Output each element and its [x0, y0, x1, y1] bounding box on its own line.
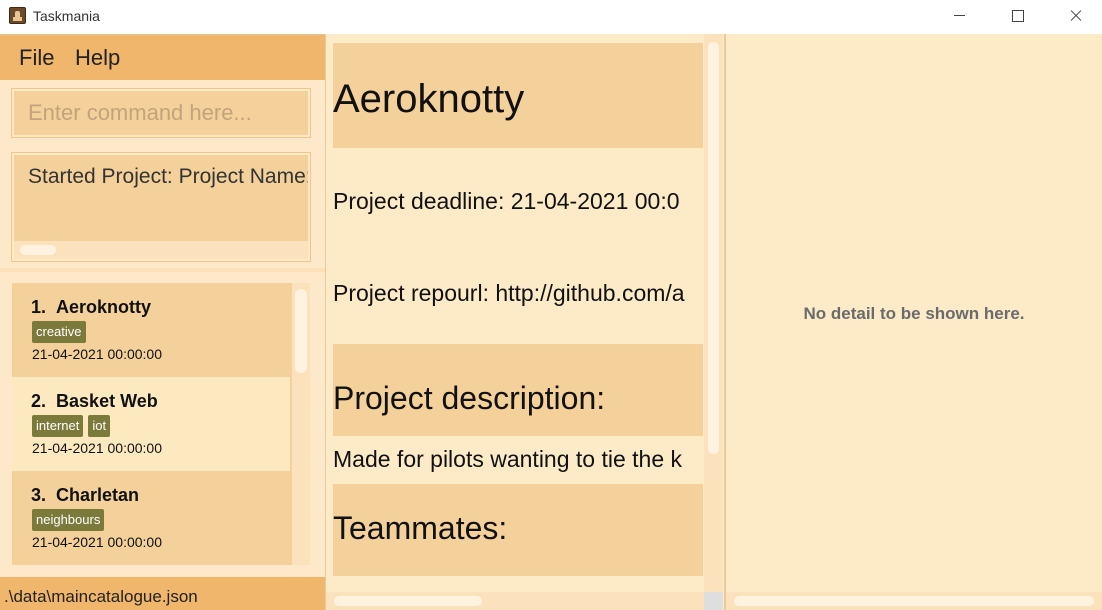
project-title: 2. Basket Web: [31, 391, 158, 411]
detail-repo-url: Project repourl: http://github.com/a: [333, 280, 685, 306]
result-display[interactable]: Started Project: Project Name:: [11, 152, 311, 262]
divider: [0, 268, 325, 272]
command-input[interactable]: [14, 91, 308, 135]
description-heading-block: Project description:: [333, 344, 703, 436]
teammates-heading: Teammates:: [333, 510, 508, 546]
detail-title-block: Aeroknotty: [333, 43, 703, 148]
scroll-thumb[interactable]: [295, 289, 307, 373]
description-heading: Project description:: [333, 380, 606, 416]
tag: internet: [32, 415, 84, 437]
side-horizontal-scrollbar[interactable]: [726, 592, 1102, 610]
project-title: 3. Charletan: [31, 485, 140, 505]
detail-title: Aeroknotty: [333, 77, 525, 121]
teammates-heading-block: Teammates:: [333, 484, 703, 576]
title-bar: Taskmania: [0, 0, 1102, 34]
side-detail-panel: No detail to be shown here.: [724, 34, 1102, 610]
project-deadline: 21-04-2021 00:00:00: [32, 534, 162, 550]
list-vertical-scrollbar[interactable]: [292, 283, 310, 565]
description-text: Made for pilots wanting to tie the k: [333, 446, 683, 472]
window-title: Taskmania: [33, 8, 100, 24]
tag: neighbours: [32, 509, 105, 531]
menu-bar: File Help: [0, 35, 325, 80]
scroll-thumb[interactable]: [734, 596, 1094, 606]
command-box: [11, 88, 311, 138]
scroll-thumb[interactable]: [708, 42, 719, 454]
app-icon: [9, 7, 26, 24]
tag-list: neighbours: [32, 509, 105, 531]
project-detail-panel: Aeroknotty Project deadline: 21-04-2021 …: [325, 34, 724, 610]
detail-vertical-scrollbar[interactable]: [704, 34, 723, 594]
tag-list: internet iot: [32, 415, 111, 437]
minimize-button[interactable]: [930, 0, 988, 32]
list-item[interactable]: 1. Aeroknotty creative 21-04-2021 00:00:…: [12, 283, 290, 377]
project-title: 1. Aeroknotty: [31, 297, 152, 317]
project-deadline: 21-04-2021 00:00:00: [32, 440, 162, 456]
tag-list: creative: [32, 321, 86, 343]
detail-deadline: Project deadline: 21-04-2021 00:0: [333, 188, 680, 214]
maximize-button[interactable]: [988, 0, 1046, 32]
menu-file[interactable]: File: [19, 45, 54, 71]
tag: iot: [88, 415, 111, 437]
list-item[interactable]: 2. Basket Web internet iot 21-04-2021 00…: [12, 377, 290, 471]
project-deadline: 21-04-2021 00:00:00: [32, 346, 162, 362]
data-file-path: .\data\maincatalogue.json: [4, 587, 198, 606]
left-panel: File Help Started Project: Project Name:…: [0, 34, 325, 610]
scroll-thumb[interactable]: [334, 596, 482, 606]
list-item[interactable]: 3. Charletan neighbours 21-04-2021 00:00…: [12, 471, 290, 565]
scroll-corner: [704, 592, 723, 610]
close-button[interactable]: [1046, 0, 1102, 32]
result-text: Started Project: Project Name:: [28, 165, 310, 188]
status-bar: .\data\maincatalogue.json: [0, 577, 325, 610]
project-list: 1. Aeroknotty creative 21-04-2021 00:00:…: [12, 283, 310, 565]
tag: creative: [32, 321, 86, 343]
menu-help[interactable]: Help: [75, 45, 120, 71]
result-horizontal-scrollbar[interactable]: [14, 241, 308, 259]
scroll-thumb[interactable]: [20, 245, 56, 255]
empty-detail-message: No detail to be shown here.: [803, 304, 1025, 323]
detail-horizontal-scrollbar[interactable]: [326, 592, 704, 610]
